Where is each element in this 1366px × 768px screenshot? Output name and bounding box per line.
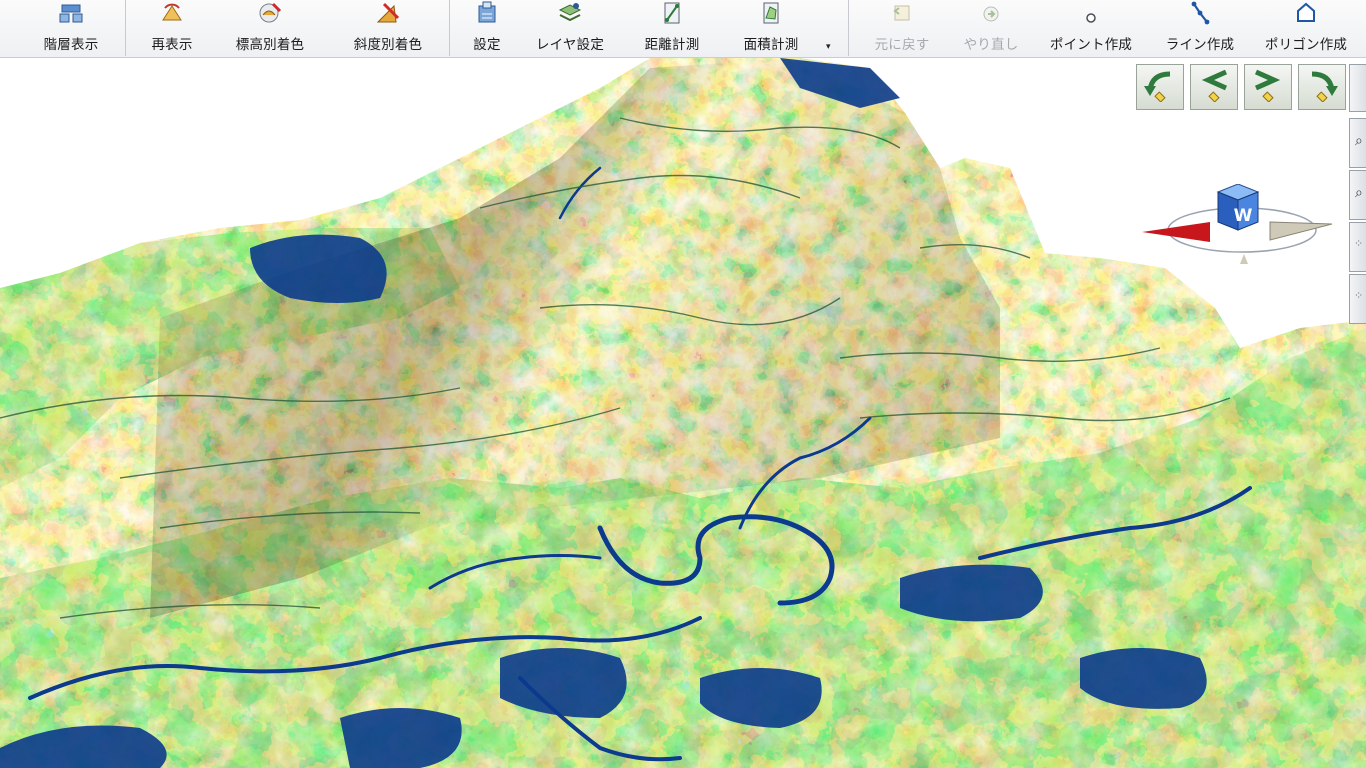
layer-tree-icon [58, 2, 84, 30]
area-measure-label: 面積計測 [743, 37, 799, 53]
magnifier-icon: ⌕ [1355, 133, 1363, 149]
layer-settings-label: レイヤ設定 [535, 37, 605, 53]
slope-color-label: 斜度別着色 [353, 37, 423, 53]
line-create-label: ライン作成 [1165, 37, 1235, 53]
tilt-left-arrow-icon [1196, 68, 1232, 106]
rotate-left-arrow-icon [1142, 68, 1178, 106]
settings-icon [474, 0, 500, 30]
elevation-color-icon [256, 0, 284, 30]
compass-heading-label: W [1233, 206, 1253, 226]
rotate-right-button[interactable] [1298, 64, 1346, 110]
line-create-button[interactable]: ライン作成 [1154, 0, 1246, 57]
toolbar-separator [449, 0, 450, 56]
line-create-icon [1187, 0, 1213, 30]
layer-settings-button[interactable]: レイヤ設定 [526, 0, 614, 57]
point-create-icon [1081, 4, 1101, 30]
north-arrow-icon [1142, 222, 1210, 242]
polygon-create-button[interactable]: ポリゴン作成 [1256, 0, 1356, 57]
grid-icon: ⁘ [1354, 237, 1364, 250]
redisplay-label: 再表示 [151, 37, 193, 53]
zoom-out-button[interactable]: ⌕ [1349, 170, 1366, 220]
polygon-create-icon [1293, 0, 1319, 30]
toolbar-separator [848, 0, 849, 56]
elevation-color-button[interactable]: 標高別着色 [220, 0, 320, 57]
slope-color-icon [374, 0, 402, 30]
tilt-left-button[interactable] [1190, 64, 1238, 110]
side-grid-button-1[interactable]: ⁘ [1349, 222, 1366, 272]
grid-icon: ⁘ [1354, 289, 1364, 302]
toolbar-separator [125, 0, 126, 56]
layer-tree-label: 階層表示 [43, 37, 99, 53]
rotate-right-arrow-icon [1304, 68, 1340, 106]
redisplay-button[interactable]: 再表示 [138, 0, 206, 57]
tilt-right-button[interactable] [1244, 64, 1292, 110]
polygon-create-label: ポリゴン作成 [1264, 37, 1348, 53]
point-create-button[interactable]: ポイント作成 [1038, 0, 1144, 57]
magnifier-icon: ⌕ [1355, 185, 1363, 201]
redo-label: やり直し [963, 37, 1019, 53]
area-measure-button[interactable]: 面積計測 [726, 0, 816, 57]
side-tool-button-1[interactable] [1349, 64, 1366, 112]
toolbar-overflow-icon[interactable]: ▾ [826, 42, 831, 52]
terrain-render [0, 58, 1366, 768]
point-create-label: ポイント作成 [1049, 37, 1133, 53]
distance-measure-icon [659, 0, 685, 30]
undo-icon [889, 2, 915, 30]
area-measure-icon [758, 0, 784, 30]
zoom-in-button[interactable]: ⌕ [1349, 118, 1366, 168]
terrain-3d-viewport[interactable] [0, 58, 1366, 768]
layer-settings-icon [557, 0, 583, 30]
side-grid-button-2[interactable]: ⁘ [1349, 274, 1366, 324]
layer-tree-button[interactable]: 階層表示 [28, 0, 114, 57]
rotate-left-button[interactable] [1136, 64, 1184, 110]
main-toolbar: 階層表示 再表示 標高別着色 斜度別着色 設定 レイヤ設定 距離計測 面積計測 … [0, 0, 1366, 58]
elevation-color-label: 標高別着色 [235, 37, 305, 53]
redo-button[interactable]: やり直し [954, 0, 1028, 57]
redisplay-icon [159, 0, 185, 30]
slope-color-button[interactable]: 斜度別着色 [336, 0, 440, 57]
undo-label: 元に戻す [874, 37, 930, 53]
redo-icon [978, 2, 1004, 30]
distance-measure-button[interactable]: 距離計測 [630, 0, 714, 57]
south-arrow-icon [1269, 221, 1333, 241]
tilt-right-arrow-icon [1250, 68, 1286, 106]
settings-label: 設定 [473, 37, 501, 53]
settings-button[interactable]: 設定 [463, 0, 511, 57]
distance-measure-label: 距離計測 [644, 37, 700, 53]
undo-button[interactable]: 元に戻す [862, 0, 942, 57]
